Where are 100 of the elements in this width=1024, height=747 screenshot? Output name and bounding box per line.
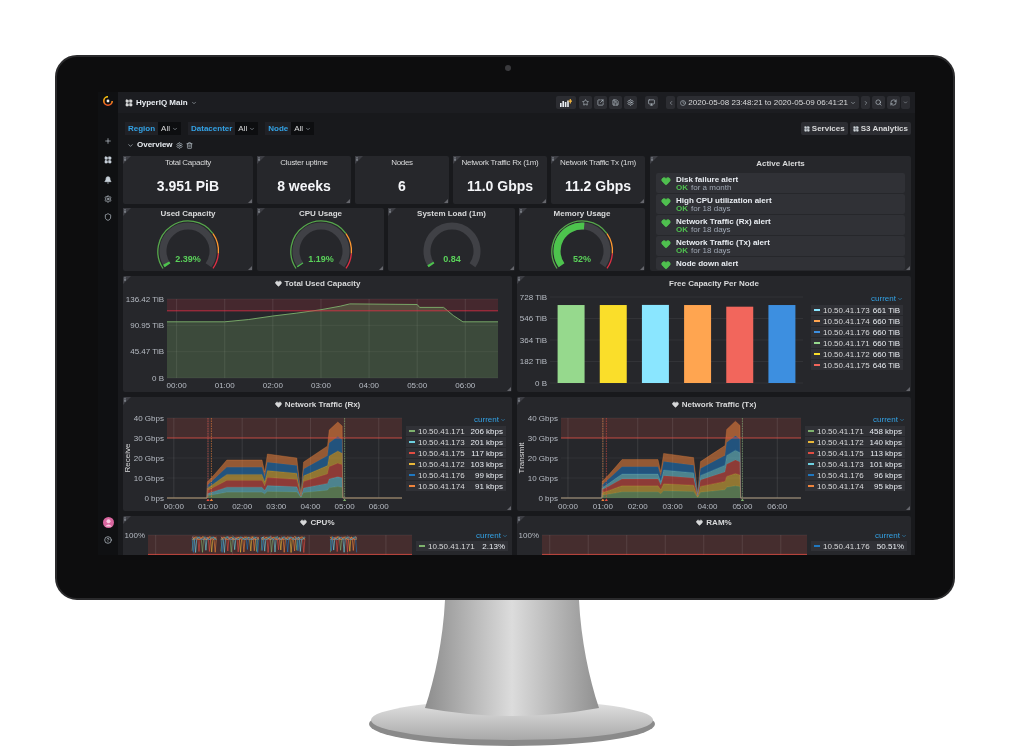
legend-row[interactable]: 10.50.41.171 206 kbps bbox=[406, 426, 506, 436]
legend-row[interactable]: 10.50.41.176 99 kbps bbox=[406, 470, 506, 480]
legend-row[interactable]: 10.50.41.174 91 kbps bbox=[406, 481, 506, 491]
variable-label: Region bbox=[125, 122, 159, 135]
resize-handle-icon[interactable] bbox=[906, 506, 910, 510]
star-button[interactable] bbox=[579, 96, 593, 109]
heart-icon bbox=[661, 176, 671, 186]
legend-row[interactable]: 10.50.41.173 201 kbps bbox=[406, 437, 506, 447]
logo-icon[interactable] bbox=[103, 96, 113, 106]
grid-icon bbox=[852, 125, 859, 132]
resize-handle-icon[interactable] bbox=[906, 387, 910, 391]
plus-icon[interactable] bbox=[104, 137, 112, 145]
legend-series-name: 10.50.41.175 bbox=[823, 360, 870, 370]
avatar-icon[interactable] bbox=[102, 517, 114, 528]
panel-title: Nodes bbox=[391, 158, 413, 167]
chevron-down-icon[interactable] bbox=[127, 141, 134, 149]
grid-icon[interactable] bbox=[104, 156, 112, 164]
resize-handle-icon[interactable] bbox=[906, 266, 910, 270]
annotation-marker[interactable] bbox=[343, 417, 347, 501]
variable-dropdown[interactable]: All bbox=[158, 122, 181, 135]
panel-title: Active Alerts bbox=[756, 159, 805, 168]
resize-handle-icon[interactable] bbox=[507, 506, 511, 510]
info-corner-icon bbox=[517, 397, 525, 405]
annotation-marker[interactable] bbox=[604, 417, 608, 501]
row-title[interactable]: Overview bbox=[137, 140, 173, 150]
settings-icon[interactable] bbox=[104, 195, 112, 203]
legend-row[interactable]: 10.50.41.171 458 kbps bbox=[805, 426, 905, 436]
settings-button[interactable] bbox=[624, 96, 638, 109]
help-icon[interactable] bbox=[104, 536, 112, 544]
resize-handle-icon[interactable] bbox=[640, 266, 644, 270]
legend-row[interactable]: 10.50.41.171 2.13% bbox=[416, 541, 508, 551]
resize-handle-icon[interactable] bbox=[346, 199, 350, 203]
legend-sort-header[interactable]: current bbox=[873, 415, 905, 424]
settings-icon[interactable] bbox=[175, 141, 183, 149]
alert-item[interactable]: Network Traffic (Tx) alert OK for 18 days bbox=[656, 236, 905, 256]
legend-row[interactable]: 10.50.41.176 96 kbps bbox=[805, 470, 905, 480]
alert-item[interactable]: Node down alert bbox=[656, 257, 905, 270]
annotation-marker[interactable] bbox=[740, 417, 744, 501]
shield-icon[interactable] bbox=[104, 213, 112, 221]
annotation-marker[interactable] bbox=[206, 417, 210, 501]
caret-icon bbox=[897, 295, 903, 302]
resize-handle-icon[interactable] bbox=[640, 199, 644, 203]
legend-row[interactable]: 10.50.41.175 117 kbps bbox=[406, 448, 506, 458]
x-tick-label: 06:00 bbox=[368, 502, 389, 511]
legend-row[interactable]: 10.50.41.172 103 kbps bbox=[406, 459, 506, 469]
refresh-interval-button[interactable] bbox=[901, 96, 910, 109]
stat-value: 3.951 PiB bbox=[156, 178, 220, 194]
save-button[interactable] bbox=[609, 96, 623, 109]
legend-row[interactable]: 10.50.41.172 660 TiB bbox=[811, 349, 903, 359]
dashboard-picker[interactable]: HyperIQ Main bbox=[125, 97, 197, 108]
add-panel-button[interactable] bbox=[556, 96, 577, 109]
resize-handle-icon[interactable] bbox=[510, 266, 514, 270]
resize-handle-icon[interactable] bbox=[248, 266, 252, 270]
bell-icon[interactable] bbox=[104, 176, 112, 184]
legend-row[interactable]: 10.50.41.171 660 TiB bbox=[811, 338, 903, 348]
legend-row[interactable]: 10.50.41.176 50.51% bbox=[811, 541, 907, 551]
resize-handle-icon[interactable] bbox=[248, 199, 252, 203]
annotation-marker[interactable] bbox=[209, 417, 213, 501]
legend-row[interactable]: 10.50.41.172 140 kbps bbox=[805, 437, 905, 447]
alert-item[interactable]: High CPU utilization alert OK for 18 days bbox=[656, 194, 905, 214]
variable-dropdown[interactable]: All bbox=[235, 122, 259, 135]
time-forward-button[interactable] bbox=[861, 96, 870, 109]
legend-sort-header[interactable]: current bbox=[476, 531, 508, 540]
trash-icon[interactable] bbox=[185, 141, 193, 149]
legend-sort-header[interactable]: current bbox=[871, 294, 903, 303]
resize-handle-icon[interactable] bbox=[379, 266, 383, 270]
zoom-out-button[interactable] bbox=[872, 96, 885, 109]
time-back-button[interactable] bbox=[666, 96, 676, 109]
alert-item[interactable]: Disk failure alert OK for a month bbox=[656, 173, 905, 193]
legend-row[interactable]: 10.50.41.174 660 TiB bbox=[811, 316, 903, 326]
legend-sort-header[interactable]: current bbox=[474, 415, 506, 424]
resize-handle-icon[interactable] bbox=[444, 199, 448, 203]
dashboard-link[interactable]: S3 Analytics bbox=[849, 122, 911, 135]
refresh-button[interactable] bbox=[887, 96, 900, 109]
view-mode-button[interactable] bbox=[645, 96, 659, 109]
legend-row[interactable]: 10.50.41.173 661 TiB bbox=[811, 305, 903, 315]
info-corner-icon bbox=[123, 156, 131, 164]
legend-series-name: 10.50.41.176 bbox=[817, 470, 864, 480]
alert-item[interactable]: Network Traffic (Rx) alert OK for 18 days bbox=[656, 215, 905, 235]
x-tick-label: 03:00 bbox=[266, 502, 287, 511]
resize-handle-icon[interactable] bbox=[507, 387, 511, 391]
share-button[interactable] bbox=[594, 96, 608, 109]
dashboard-link[interactable]: Services bbox=[800, 122, 848, 135]
alert-name: Network Traffic (Rx) alert bbox=[676, 217, 771, 226]
legend-value: 458 kbps bbox=[869, 426, 902, 436]
y-tick-label: 0 bps bbox=[538, 493, 558, 503]
legend-row[interactable]: 10.50.41.173 101 kbps bbox=[805, 459, 905, 469]
legend-value: 140 kbps bbox=[869, 437, 902, 447]
annotation-marker[interactable] bbox=[601, 417, 605, 501]
x-tick-label: 00:00 bbox=[163, 502, 184, 511]
legend-row[interactable]: 10.50.41.176 660 TiB bbox=[811, 327, 903, 337]
legend-value: 660 TiB bbox=[872, 316, 900, 326]
legend-row[interactable]: 10.50.41.175 113 kbps bbox=[805, 448, 905, 458]
time-range-picker[interactable]: 2020-05-08 23:48:21 to 2020-05-09 06:41:21 bbox=[677, 96, 859, 109]
legend-row[interactable]: 10.50.41.174 95 kbps bbox=[805, 481, 905, 491]
variable-dropdown[interactable]: All bbox=[291, 122, 315, 135]
heart-icon bbox=[661, 260, 671, 270]
legend-row[interactable]: 10.50.41.175 646 TiB bbox=[811, 360, 903, 370]
legend-sort-header[interactable]: current bbox=[875, 531, 907, 540]
resize-handle-icon[interactable] bbox=[542, 199, 546, 203]
